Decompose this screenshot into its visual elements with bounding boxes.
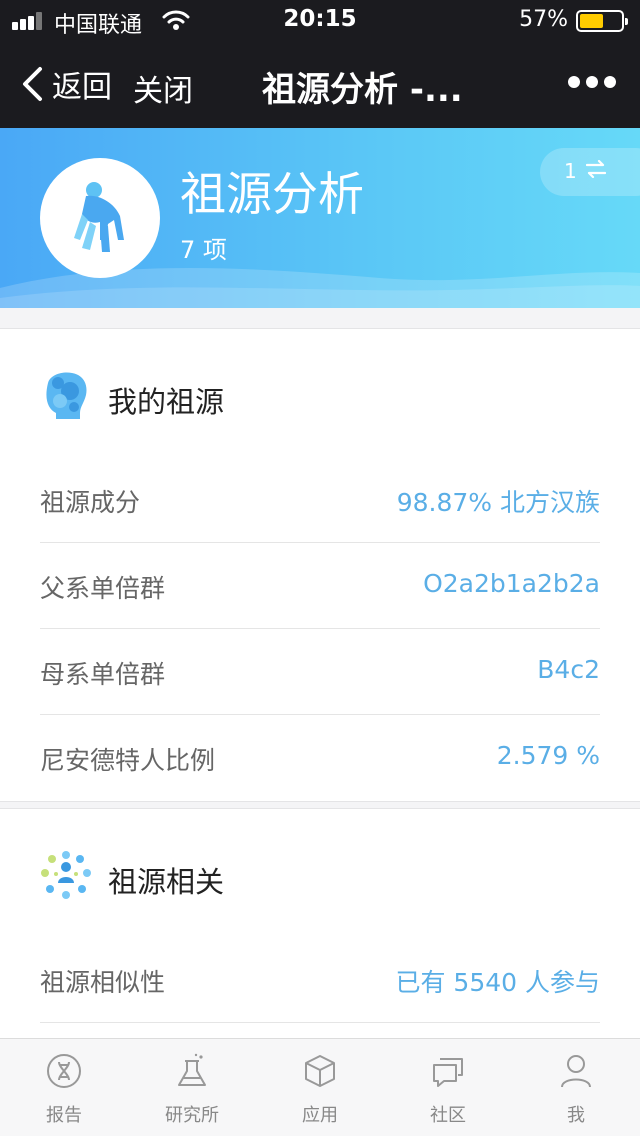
section-title: 我的祖源 xyxy=(108,385,225,419)
row-label: 祖源相似性 xyxy=(40,968,166,997)
list-item[interactable]: 父系单倍群 O2a2b1a2b2a xyxy=(40,543,600,629)
page-title: 祖源分析 -... xyxy=(262,70,463,110)
row-value: 2.579 % xyxy=(496,741,600,770)
battery-icon xyxy=(576,10,628,32)
status-bar: 中国联通 20:15 57% xyxy=(0,0,640,40)
section-title: 祖源相关 xyxy=(108,865,225,899)
tab-apps[interactable]: 应用 xyxy=(256,1039,384,1136)
tab-label: 我 xyxy=(567,1105,585,1126)
tab-label: 社区 xyxy=(430,1105,466,1126)
row-label: 父系单倍群 xyxy=(40,574,166,603)
face-profile-icon xyxy=(46,372,87,419)
my-ancestry-card: 我的祖源 祖源成分 98.87% 北方汉族 父系单倍群 O2a2b1a2b2a … xyxy=(0,328,640,802)
card-header: 我的祖源 xyxy=(0,329,640,457)
row-label: 尼安德特人比例 xyxy=(40,746,216,775)
tab-label: 应用 xyxy=(302,1105,338,1126)
item-count: 7 项 xyxy=(180,236,227,264)
person-icon xyxy=(561,1055,591,1088)
back-button[interactable]: 返回 xyxy=(20,62,112,106)
swap-arrows-icon xyxy=(586,160,606,178)
row-value: 98.87% 北方汉族 xyxy=(396,488,600,517)
row-label: 祖源成分 xyxy=(40,488,141,517)
banner-title: 祖源分析 xyxy=(180,167,364,221)
tab-me[interactable]: 我 xyxy=(512,1039,640,1136)
chevron-left-icon xyxy=(23,67,42,101)
row-label: 母系单倍群 xyxy=(40,660,166,689)
cube-icon xyxy=(305,1055,335,1087)
list-item[interactable]: 尼安德特人比例 2.579 % xyxy=(40,715,600,801)
row-value: B4c2 xyxy=(537,655,600,684)
ancestry-related-card: 祖源相关 祖源相似性 已有 5540 人参与 xyxy=(0,808,640,1048)
navigation-bar: 返回 关闭 祖源分析 -... xyxy=(0,40,640,128)
back-label: 返回 xyxy=(52,70,112,105)
switch-profile-button[interactable]: 1 xyxy=(540,148,640,196)
tab-label: 研究所 xyxy=(165,1105,219,1126)
row-value: O2a2b1a2b2a xyxy=(423,569,600,598)
list-item[interactable]: 母系单倍群 B4c2 xyxy=(40,629,600,715)
row-value: 已有 5540 人参与 xyxy=(395,968,600,997)
close-button[interactable]: 关闭 xyxy=(133,66,193,110)
battery-percent: 57% xyxy=(519,7,568,32)
header-banner: 祖源分析 7 项 1 xyxy=(0,128,640,308)
tab-label: 报告 xyxy=(46,1105,82,1126)
ancestry-avatar xyxy=(40,158,160,278)
list-item[interactable]: 祖源相似性 已有 5540 人参与 xyxy=(40,937,600,1023)
tab-bar: 报告 研究所 应用 社区 我 xyxy=(0,1038,640,1136)
card-header: 祖源相关 xyxy=(0,809,640,937)
network-icon xyxy=(41,851,91,899)
tab-community[interactable]: 社区 xyxy=(384,1039,512,1136)
more-options-button[interactable] xyxy=(568,76,616,90)
flask-icon xyxy=(178,1053,206,1086)
tab-institute[interactable]: 研究所 xyxy=(128,1039,256,1136)
dna-icon xyxy=(47,1054,81,1088)
list-item[interactable]: 祖源成分 98.87% 北方汉族 xyxy=(40,457,600,543)
switch-count: 1 xyxy=(564,159,577,183)
tab-report[interactable]: 报告 xyxy=(0,1039,128,1136)
ape-icon xyxy=(74,182,124,252)
chat-icon xyxy=(433,1058,463,1087)
